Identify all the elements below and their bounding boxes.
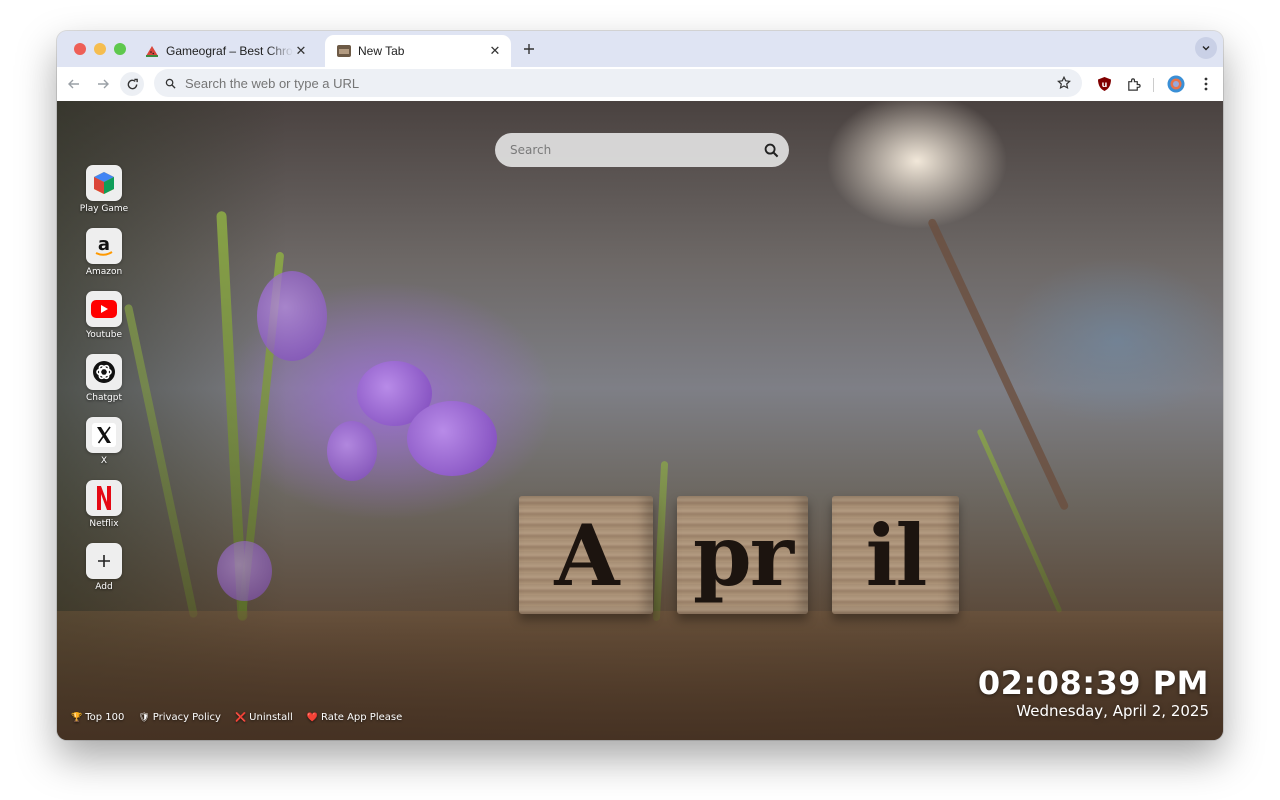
- letter-block: il: [832, 496, 959, 614]
- footer-link-label: Top 100: [85, 712, 125, 723]
- back-button[interactable]: [62, 72, 86, 96]
- maximize-window-button[interactable]: [114, 43, 126, 55]
- shortcut-play-game[interactable]: Play Game: [77, 165, 131, 228]
- search-icon[interactable]: [761, 140, 781, 160]
- browser-window: Gameograf – Best Chrome Li ✕ New Tab ✕: [57, 31, 1223, 740]
- tab-new-tab[interactable]: New Tab ✕: [325, 35, 511, 67]
- reload-button[interactable]: [120, 72, 144, 96]
- search-icon: [162, 75, 178, 91]
- close-tab-icon[interactable]: ✕: [293, 43, 309, 59]
- svg-text:a: a: [98, 234, 110, 255]
- plus-icon: [524, 44, 534, 54]
- grass-blade: [123, 303, 199, 619]
- youtube-icon: [86, 291, 122, 327]
- flower-petal: [217, 541, 272, 601]
- footer-link-label: Uninstall: [249, 712, 293, 723]
- shortcut-amazon[interactable]: a Amazon: [77, 228, 131, 291]
- chevron-down-icon: [1202, 46, 1210, 51]
- search-box[interactable]: [495, 133, 789, 167]
- tab-gameograf[interactable]: Gameograf – Best Chrome Li ✕: [133, 35, 317, 67]
- bookmark-star-icon[interactable]: [1054, 73, 1074, 93]
- plus-icon: [86, 543, 122, 579]
- flower-petal: [257, 271, 327, 361]
- shortcut-netflix[interactable]: Netflix: [77, 480, 131, 543]
- letter-block: pr: [677, 496, 808, 614]
- shortcut-label: Chatgpt: [86, 393, 122, 403]
- x-logo-icon: [86, 417, 122, 453]
- footer-links: 🏆 Top 100 🛡 Privacy Policy ❌ Uninstall ❤️ Ra…: [71, 712, 402, 723]
- profile-avatar-icon[interactable]: [1165, 73, 1187, 95]
- clock-time: 02:08:39 PM: [977, 664, 1209, 702]
- clock-widget: 02:08:39 PM Wednesday, April 2, 2025: [978, 665, 1209, 721]
- block-letter: A: [554, 505, 619, 605]
- cube-icon: [86, 165, 122, 201]
- rate-app-link[interactable]: ❤️ Rate App Please: [307, 712, 403, 723]
- chatgpt-icon: [86, 354, 122, 390]
- shortcut-chatgpt[interactable]: Chatgpt: [77, 354, 131, 417]
- shortcut-label: Youtube: [86, 330, 122, 340]
- heart-icon: ❤️: [306, 712, 318, 723]
- tab-strip: Gameograf – Best Chrome Li ✕ New Tab ✕: [57, 31, 1223, 67]
- forward-button[interactable]: [91, 72, 115, 96]
- top-100-link[interactable]: 🏆 Top 100: [71, 712, 124, 723]
- amazon-icon: a: [86, 228, 122, 264]
- close-window-button[interactable]: [74, 43, 86, 55]
- shortcut-label: X: [100, 456, 108, 466]
- tab-title: New Tab: [358, 44, 405, 58]
- reload-icon: [127, 78, 138, 89]
- close-tab-icon[interactable]: ✕: [487, 43, 503, 59]
- shortcut-list: Play Game a Amazon Youtube Chatgpt X Net…: [77, 165, 131, 606]
- search-input[interactable]: [495, 143, 761, 157]
- kebab-menu-icon[interactable]: [1195, 73, 1217, 95]
- svg-text:u: u: [1101, 80, 1107, 89]
- new-tab-page: A pr il Play Game a Amazon: [57, 101, 1223, 740]
- arrow-left-icon: [68, 79, 79, 89]
- letter-block: A: [519, 496, 653, 614]
- shield-icon: 🛡: [138, 712, 150, 723]
- shortcut-x[interactable]: X: [77, 417, 131, 480]
- netflix-icon: [86, 480, 122, 516]
- watermelon-icon: [146, 46, 158, 57]
- window-controls: [74, 43, 126, 55]
- shortcut-label: Add: [95, 582, 113, 592]
- arrow-right-icon: [98, 79, 109, 89]
- shortcut-label: Play Game: [79, 204, 129, 214]
- toolbar: u: [57, 67, 1223, 101]
- address-input[interactable]: [185, 75, 1054, 91]
- trophy-icon: 🏆: [71, 712, 83, 723]
- minimize-window-button[interactable]: [94, 43, 106, 55]
- block-letter: pr: [693, 505, 794, 605]
- ublock-icon[interactable]: u: [1093, 73, 1115, 95]
- cross-icon: ❌: [234, 712, 247, 723]
- flower-petal: [407, 401, 497, 476]
- new-tab-thumbnail-icon: [337, 45, 351, 57]
- tab-title: Gameograf – Best Chrome Li: [166, 44, 293, 58]
- shortcut-youtube[interactable]: Youtube: [77, 291, 131, 354]
- address-bar[interactable]: [154, 69, 1082, 97]
- toolbar-divider: [1153, 78, 1154, 92]
- new-tab-button[interactable]: [519, 39, 539, 59]
- grass-blade: [652, 460, 669, 622]
- footer-link-label: Privacy Policy: [152, 712, 221, 723]
- shortcut-label: Amazon: [85, 267, 123, 277]
- clock-date: Wednesday, April 2, 2025: [1016, 702, 1209, 720]
- shortcut-label: Netflix: [89, 519, 119, 529]
- grass-blade: [976, 428, 1063, 614]
- footer-link-label: Rate App Please: [320, 712, 403, 723]
- tab-search-button[interactable]: [1195, 37, 1217, 59]
- privacy-policy-link[interactable]: 🛡 Privacy Policy: [138, 712, 221, 723]
- puzzle-icon[interactable]: [1122, 73, 1144, 95]
- shortcut-add[interactable]: Add: [77, 543, 131, 606]
- block-letter: il: [865, 505, 928, 605]
- uninstall-link[interactable]: ❌ Uninstall: [235, 712, 293, 723]
- flower-petal: [327, 421, 377, 481]
